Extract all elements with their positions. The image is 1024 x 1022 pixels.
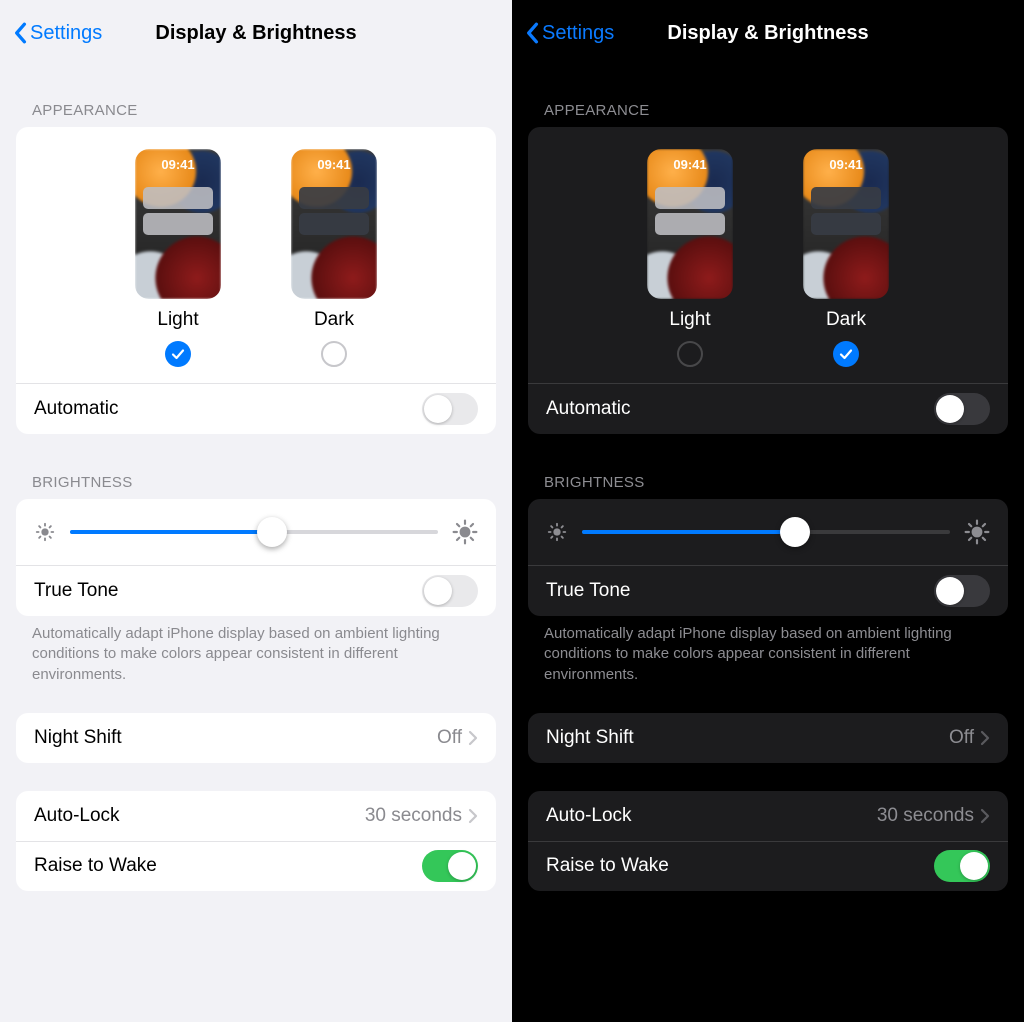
appearance-label-dark: Dark (826, 309, 866, 331)
nightshift-value: Off (949, 727, 990, 749)
appearance-label-dark: Dark (314, 309, 354, 331)
nightshift-group: Night Shift Off (16, 713, 496, 763)
appearance-option-light[interactable]: 09:41 Light (647, 149, 733, 367)
sun-dim-icon (546, 521, 568, 543)
raisetowake-row: Raise to Wake (16, 841, 496, 891)
raisetowake-label: Raise to Wake (34, 855, 157, 877)
raisetowake-switch[interactable] (934, 850, 990, 882)
autolock-label: Auto-Lock (34, 805, 120, 827)
checkmark-icon (171, 347, 185, 361)
automatic-row: Automatic (16, 384, 496, 434)
brightness-header: Brightness (512, 434, 1024, 499)
truetone-switch[interactable] (934, 575, 990, 607)
nightshift-group: Night Shift Off (528, 713, 1008, 763)
appearance-radio-dark[interactable] (321, 341, 347, 367)
brightness-slider-row (16, 499, 496, 565)
appearance-option-light[interactable]: 09:41 Light (135, 149, 221, 367)
automatic-row: Automatic (528, 384, 1008, 434)
brightness-slider[interactable] (582, 517, 950, 547)
autolock-group: Auto-Lock 30 seconds Raise to Wake (16, 791, 496, 891)
automatic-switch[interactable] (422, 393, 478, 425)
appearance-header: Appearance (512, 66, 1024, 127)
appearance-label-light: Light (669, 309, 710, 331)
back-label: Settings (542, 22, 614, 45)
appearance-thumb-light: 09:41 (135, 149, 221, 299)
brightness-group: True Tone (16, 499, 496, 616)
brightness-slider[interactable] (70, 517, 438, 547)
chevron-left-icon (524, 22, 540, 44)
truetone-switch[interactable] (422, 575, 478, 607)
truetone-row: True Tone (528, 566, 1008, 616)
chevron-right-icon (980, 730, 990, 746)
back-button[interactable]: Settings (12, 22, 102, 45)
thumb-time: 09:41 (803, 157, 889, 172)
autolock-value: 30 seconds (877, 805, 990, 827)
nightshift-label: Night Shift (34, 727, 122, 749)
appearance-option-dark[interactable]: 09:41 Dark (291, 149, 377, 367)
sun-bright-icon (452, 519, 478, 545)
autolock-value: 30 seconds (365, 805, 478, 827)
appearance-picker: 09:41 Light 09:41 Dark (528, 127, 1008, 383)
brightness-slider-row (528, 499, 1008, 565)
chevron-right-icon (468, 808, 478, 824)
appearance-thumb-dark: 09:41 (291, 149, 377, 299)
thumb-time: 09:41 (291, 157, 377, 172)
automatic-label: Automatic (34, 398, 118, 420)
autolock-group: Auto-Lock 30 seconds Raise to Wake (528, 791, 1008, 891)
appearance-picker: 09:41 Light 09:41 Dark (16, 127, 496, 383)
raisetowake-row: Raise to Wake (528, 841, 1008, 891)
chevron-right-icon (468, 730, 478, 746)
sun-bright-icon (964, 519, 990, 545)
truetone-note: Automatically adapt iPhone display based… (512, 616, 1024, 685)
brightness-header: Brightness (0, 434, 512, 499)
settings-display-brightness-light: Settings Display & Brightness Appearance… (0, 0, 512, 1022)
chevron-left-icon (12, 22, 28, 44)
appearance-label-light: Light (157, 309, 198, 331)
nightshift-label: Night Shift (546, 727, 634, 749)
settings-display-brightness-dark: Settings Display & Brightness Appearance… (512, 0, 1024, 1022)
appearance-group: 09:41 Light 09:41 Dark Automatic (16, 127, 496, 434)
autolock-label: Auto-Lock (546, 805, 632, 827)
appearance-radio-light[interactable] (677, 341, 703, 367)
nightshift-value: Off (437, 727, 478, 749)
back-label: Settings (30, 22, 102, 45)
truetone-row: True Tone (16, 566, 496, 616)
page-title: Display & Brightness (155, 22, 356, 45)
nightshift-row[interactable]: Night Shift Off (528, 713, 1008, 763)
automatic-label: Automatic (546, 398, 630, 420)
navbar: Settings Display & Brightness (0, 0, 512, 66)
truetone-label: True Tone (34, 580, 119, 602)
appearance-radio-dark[interactable] (833, 341, 859, 367)
truetone-label: True Tone (546, 580, 631, 602)
appearance-header: Appearance (0, 66, 512, 127)
raisetowake-label: Raise to Wake (546, 855, 669, 877)
autolock-row[interactable]: Auto-Lock 30 seconds (16, 791, 496, 841)
appearance-thumb-light: 09:41 (647, 149, 733, 299)
thumb-time: 09:41 (135, 157, 221, 172)
chevron-right-icon (980, 808, 990, 824)
appearance-group: 09:41 Light 09:41 Dark Automatic (528, 127, 1008, 434)
appearance-option-dark[interactable]: 09:41 Dark (803, 149, 889, 367)
nightshift-row[interactable]: Night Shift Off (16, 713, 496, 763)
appearance-radio-light[interactable] (165, 341, 191, 367)
navbar: Settings Display & Brightness (512, 0, 1024, 66)
brightness-group: True Tone (528, 499, 1008, 616)
back-button[interactable]: Settings (524, 22, 614, 45)
appearance-thumb-dark: 09:41 (803, 149, 889, 299)
checkmark-icon (839, 347, 853, 361)
sun-dim-icon (34, 521, 56, 543)
raisetowake-switch[interactable] (422, 850, 478, 882)
autolock-row[interactable]: Auto-Lock 30 seconds (528, 791, 1008, 841)
thumb-time: 09:41 (647, 157, 733, 172)
automatic-switch[interactable] (934, 393, 990, 425)
page-title: Display & Brightness (667, 22, 868, 45)
truetone-note: Automatically adapt iPhone display based… (0, 616, 512, 685)
